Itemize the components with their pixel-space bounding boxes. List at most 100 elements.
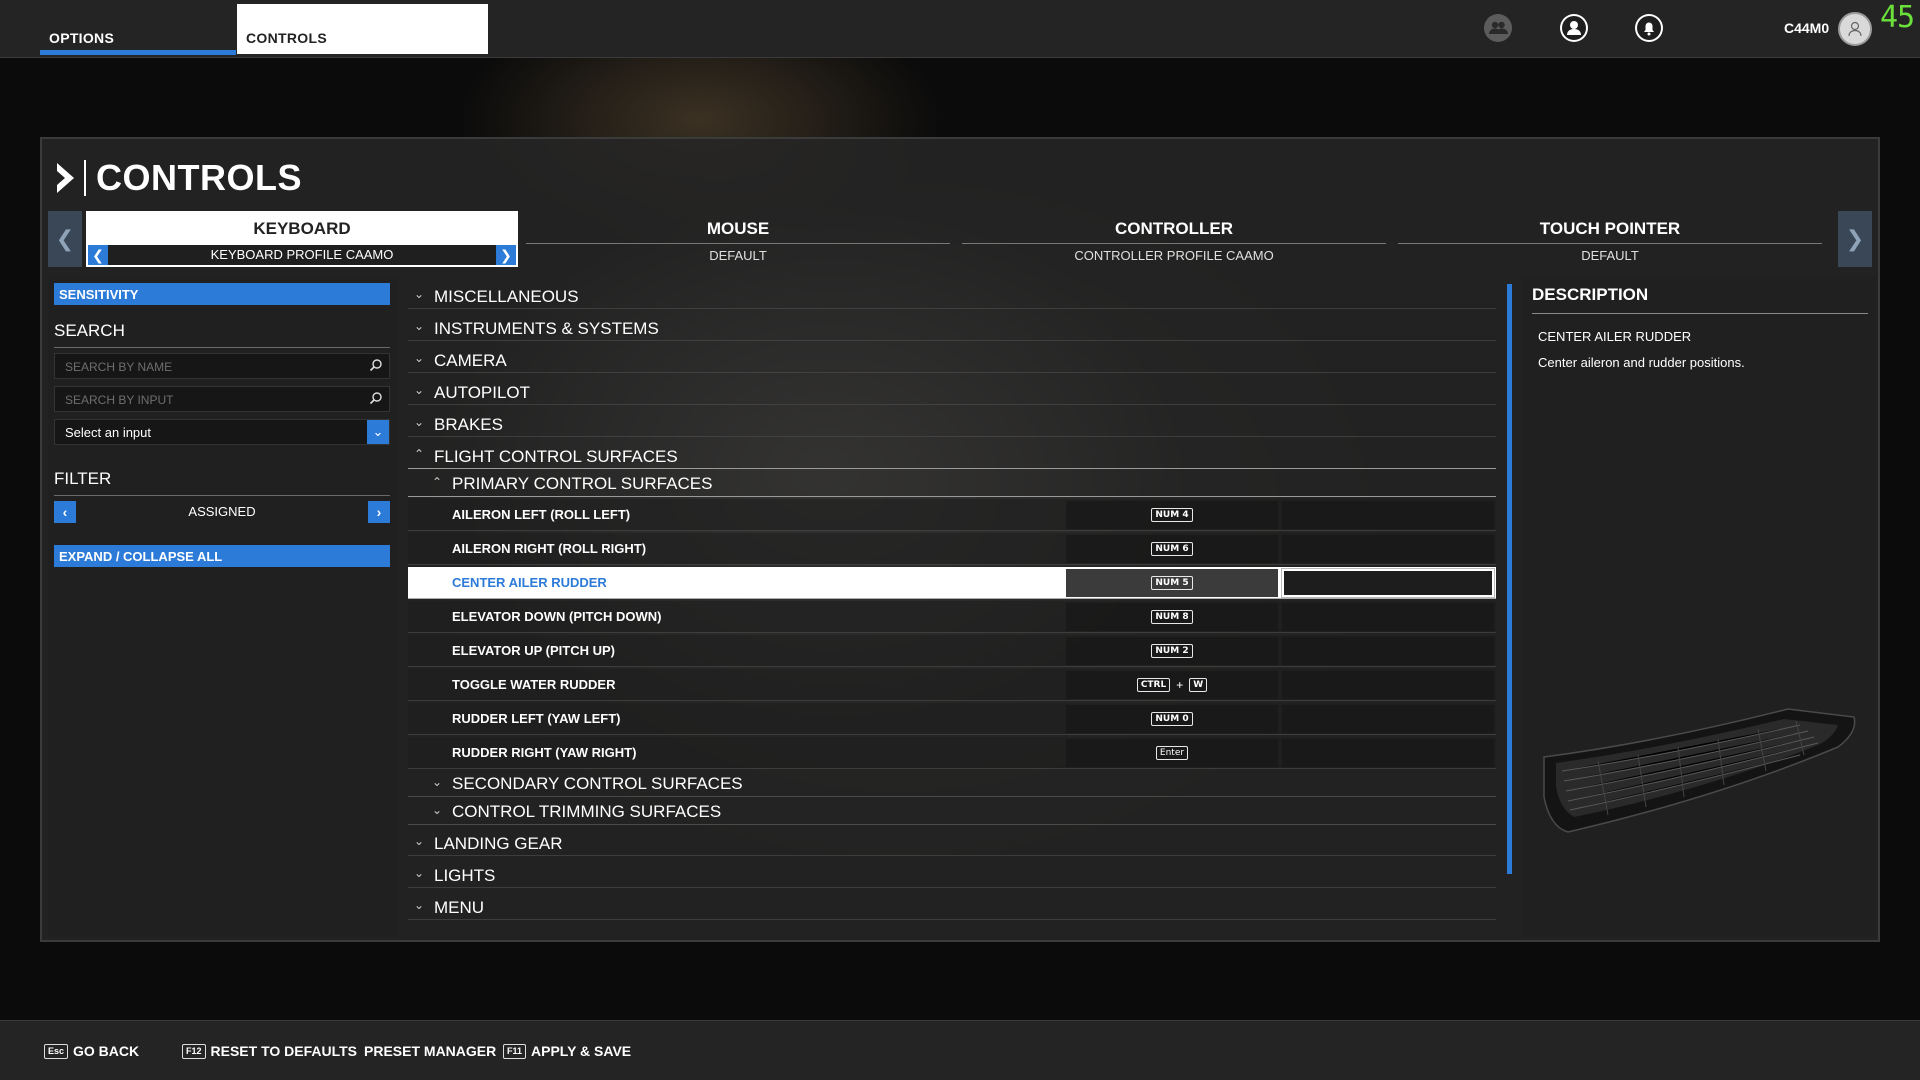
category-landing-gear[interactable]: ⌄ LANDING GEAR bbox=[408, 830, 1496, 856]
category-label: LIGHTS bbox=[434, 866, 496, 885]
description-title: DESCRIPTION bbox=[1532, 285, 1868, 314]
subcategory-secondary-control-surfaces[interactable]: ⌄ SECONDARY CONTROL SURFACES bbox=[408, 771, 1496, 797]
subcategory-primary-control-surfaces[interactable]: ⌃ PRIMARY CONTROL SURFACES bbox=[408, 471, 1496, 497]
binding-slot-1[interactable]: CTRL + W bbox=[1066, 671, 1278, 699]
binding-row[interactable]: RUDDER RIGHT (YAW RIGHT) Enter bbox=[408, 737, 1496, 769]
chevron-down-icon: ⌄ bbox=[414, 383, 425, 397]
notification-icon[interactable] bbox=[1635, 14, 1663, 42]
category-label: INSTRUMENTS & SYSTEMS bbox=[434, 319, 659, 338]
binding-slot-2[interactable] bbox=[1282, 501, 1494, 529]
category-label: LANDING GEAR bbox=[434, 834, 563, 853]
key-cap: NUM 2 bbox=[1151, 644, 1193, 658]
tab-controller[interactable]: CONTROLLER CONTROLLER PROFILE CAAMO bbox=[958, 211, 1390, 267]
binding-slot-1[interactable]: Enter bbox=[1066, 739, 1278, 767]
list-scrollbar[interactable] bbox=[1507, 284, 1512, 874]
tab-mouse[interactable]: MOUSE DEFAULT bbox=[522, 211, 954, 267]
binding-slot-2[interactable] bbox=[1282, 637, 1494, 665]
filter-prev-button[interactable]: ‹ bbox=[54, 501, 76, 523]
device-tabs: ❮ KEYBOARD ❮ KEYBOARD PROFILE CAAMO ❯ MO… bbox=[48, 211, 1872, 269]
username[interactable]: C44M0 bbox=[1784, 20, 1829, 36]
tab-options[interactable]: OPTIONS bbox=[40, 4, 236, 55]
profile-prev-button[interactable]: ❮ bbox=[88, 245, 108, 265]
category-menu[interactable]: ⌄ MENU bbox=[408, 894, 1496, 920]
device-profile: CONTROLLER PROFILE CAAMO bbox=[1074, 248, 1274, 263]
category-label: MENU bbox=[434, 898, 485, 917]
binding-row[interactable]: AILERON LEFT (ROLL LEFT) NUM 4 bbox=[408, 499, 1496, 531]
binding-slot-2[interactable] bbox=[1281, 568, 1495, 598]
fps-counter: 45 bbox=[1880, 0, 1915, 35]
select-input-value: Select an input bbox=[65, 425, 152, 440]
divider bbox=[962, 243, 1386, 244]
chevron-down-icon[interactable]: ⌄ bbox=[367, 420, 389, 444]
binding-slot-1[interactable]: NUM 2 bbox=[1066, 637, 1278, 665]
divider bbox=[526, 243, 950, 244]
plus-icon: + bbox=[1176, 678, 1184, 692]
binding-slot-1[interactable]: NUM 8 bbox=[1066, 603, 1278, 631]
apply-save-button[interactable]: F11 APPLY & SAVE bbox=[503, 1043, 631, 1059]
search-by-name-input[interactable]: SEARCH BY NAME bbox=[54, 353, 390, 379]
subcategory-control-trimming-surfaces[interactable]: ⌄ CONTROL TRIMMING SURFACES bbox=[408, 799, 1496, 825]
filter-heading: FILTER bbox=[54, 469, 390, 496]
chevron-down-icon: ⌄ bbox=[414, 351, 425, 365]
binding-row[interactable]: AILERON RIGHT (ROLL RIGHT) NUM 6 bbox=[408, 533, 1496, 565]
binding-slot-2[interactable] bbox=[1282, 671, 1494, 699]
page-title: CONTROLS bbox=[96, 157, 302, 198]
binding-slot-1[interactable]: NUM 5 bbox=[1066, 569, 1278, 597]
group-icon[interactable] bbox=[1484, 14, 1512, 42]
filter-selector[interactable]: ‹ ASSIGNED › bbox=[54, 501, 390, 523]
key-cap: Enter bbox=[1155, 746, 1189, 760]
binding-slot-2[interactable] bbox=[1282, 535, 1494, 563]
profile-next-button[interactable]: ❯ bbox=[496, 245, 516, 265]
binding-row[interactable]: RUDDER LEFT (YAW LEFT) NUM 0 bbox=[408, 703, 1496, 735]
category-flight-control-surfaces[interactable]: ⌃ FLIGHT CONTROL SURFACES bbox=[408, 443, 1496, 469]
search-by-input-input[interactable]: SEARCH BY INPUT bbox=[54, 386, 390, 412]
category-label: CAMERA bbox=[434, 351, 507, 370]
binding-slot-2[interactable] bbox=[1282, 739, 1494, 767]
category-lights[interactable]: ⌄ LIGHTS bbox=[408, 862, 1496, 888]
device-prev-button[interactable]: ❮ bbox=[48, 211, 82, 267]
device-next-button[interactable]: ❯ bbox=[1838, 211, 1872, 267]
keyboard-profile-selector[interactable]: ❮ KEYBOARD PROFILE CAAMO ❯ bbox=[88, 245, 516, 265]
binding-row[interactable]: TOGGLE WATER RUDDER CTRL + W bbox=[408, 669, 1496, 701]
chevron-down-icon: ⌄ bbox=[414, 319, 425, 333]
key-cap: NUM 8 bbox=[1151, 610, 1193, 624]
binding-label: AILERON RIGHT (ROLL RIGHT) bbox=[452, 541, 647, 556]
sensitivity-button[interactable]: SENSITIVITY bbox=[54, 283, 390, 305]
binding-row[interactable]: ELEVATOR UP (PITCH UP) NUM 2 bbox=[408, 635, 1496, 667]
bottom-bar: Esc GO BACK F12 RESET TO DEFAULTS PRESET… bbox=[0, 1020, 1920, 1080]
tab-controls[interactable]: CONTROLS bbox=[237, 4, 488, 54]
go-back-button[interactable]: Esc GO BACK bbox=[44, 1043, 139, 1059]
category-instruments-systems[interactable]: ⌄ INSTRUMENTS & SYSTEMS bbox=[408, 315, 1496, 341]
expand-collapse-all-button[interactable]: EXPAND / COLLAPSE ALL bbox=[54, 545, 390, 567]
binding-row-selected[interactable]: CENTER AILER RUDDER NUM 5 bbox=[408, 567, 1496, 599]
category-autopilot[interactable]: ⌄ AUTOPILOT bbox=[408, 379, 1496, 405]
binding-slot-1[interactable]: NUM 6 bbox=[1066, 535, 1278, 563]
binding-row[interactable]: ELEVATOR DOWN (PITCH DOWN) NUM 8 bbox=[408, 601, 1496, 633]
binding-slot-2[interactable] bbox=[1282, 705, 1494, 733]
binding-slot-1[interactable]: NUM 0 bbox=[1066, 705, 1278, 733]
binding-slot-1[interactable]: NUM 4 bbox=[1066, 501, 1278, 529]
avatar-icon[interactable] bbox=[1838, 12, 1872, 46]
key-cap: NUM 0 bbox=[1151, 712, 1193, 726]
category-label: MISCELLANEOUS bbox=[434, 287, 579, 306]
preset-manager-button[interactable]: PRESET MANAGER bbox=[364, 1043, 496, 1059]
search-by-input-placeholder: SEARCH BY INPUT bbox=[65, 393, 174, 407]
tab-touch-pointer[interactable]: TOUCH POINTER DEFAULT bbox=[1394, 211, 1826, 267]
category-label: BRAKES bbox=[434, 415, 503, 434]
apply-save-label: APPLY & SAVE bbox=[531, 1043, 632, 1059]
reset-defaults-button[interactable]: F12 RESET TO DEFAULTS bbox=[182, 1043, 357, 1059]
category-miscellaneous[interactable]: ⌄ MISCELLANEOUS bbox=[408, 283, 1496, 309]
chevron-down-icon: ⌄ bbox=[414, 866, 425, 880]
category-label: FLIGHT CONTROL SURFACES bbox=[434, 447, 678, 466]
select-input-dropdown[interactable]: Select an input ⌄ bbox=[54, 419, 390, 445]
profile-icon[interactable] bbox=[1560, 14, 1588, 42]
binding-slot-2[interactable] bbox=[1282, 603, 1494, 631]
category-camera[interactable]: ⌄ CAMERA bbox=[408, 347, 1496, 373]
search-by-name-placeholder: SEARCH BY NAME bbox=[65, 360, 173, 374]
key-cap: NUM 6 bbox=[1151, 542, 1193, 556]
category-label: AUTOPILOT bbox=[434, 383, 531, 402]
category-brakes[interactable]: ⌄ BRAKES bbox=[408, 411, 1496, 437]
filter-next-button[interactable]: › bbox=[368, 501, 390, 523]
tab-keyboard[interactable]: KEYBOARD ❮ KEYBOARD PROFILE CAAMO ❯ bbox=[86, 211, 518, 267]
subcategory-label: SECONDARY CONTROL SURFACES bbox=[452, 774, 743, 793]
